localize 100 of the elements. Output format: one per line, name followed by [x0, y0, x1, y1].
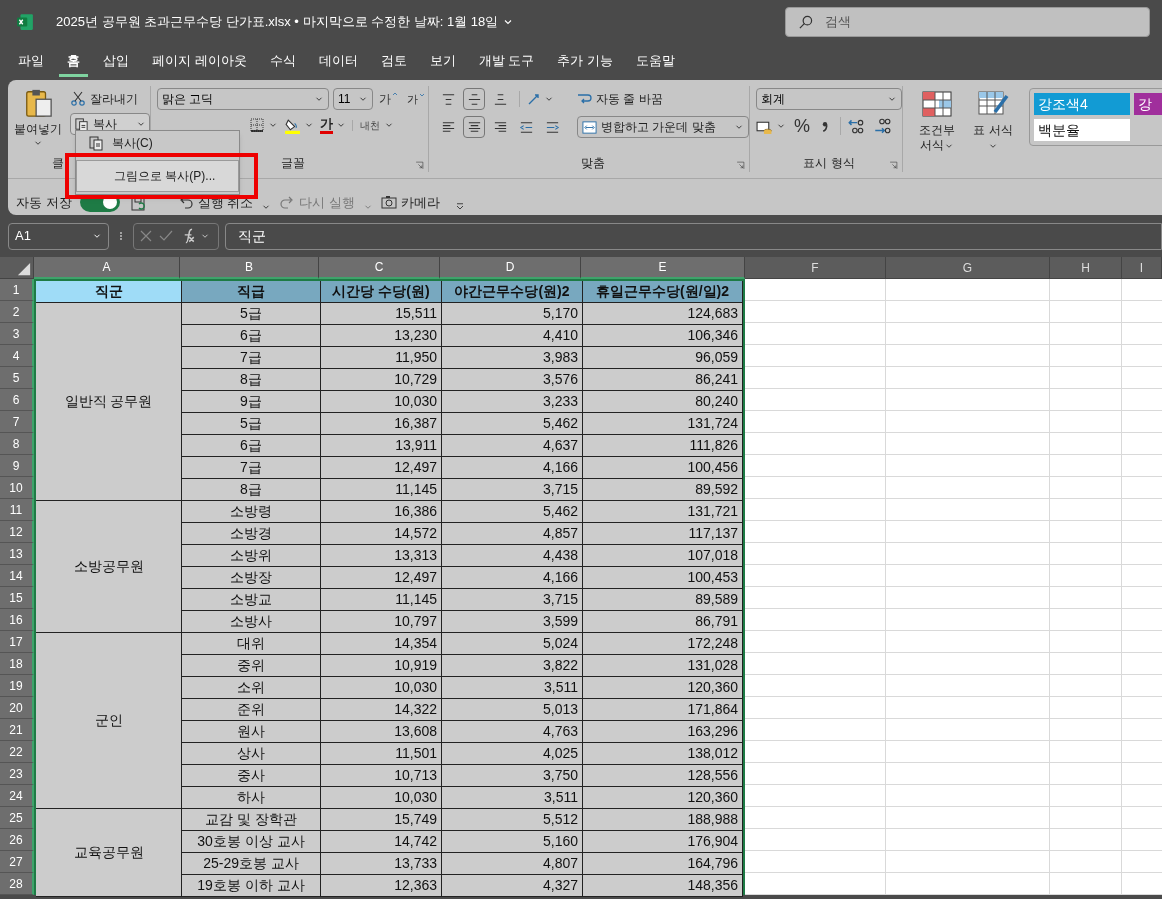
formula-field[interactable]: 직군 — [225, 222, 1162, 250]
row-header[interactable]: 3 — [0, 323, 34, 345]
row-header[interactable]: 11 — [0, 499, 34, 521]
camera-button[interactable]: 카메라 — [380, 192, 440, 212]
font-name-field[interactable]: 맑은 고딕 — [157, 88, 329, 110]
row-header[interactable]: 27 — [0, 851, 34, 873]
align-button[interactable] — [463, 116, 485, 138]
ribbon-tab[interactable]: 데이터 — [310, 47, 366, 77]
row-header[interactable]: 23 — [0, 763, 34, 785]
table-cell: 117,137 — [583, 523, 743, 545]
cancel-icon[interactable] — [138, 228, 154, 244]
cell-style-swatch[interactable]: 강조색4 — [1034, 93, 1130, 115]
cell-style-swatch[interactable]: 강 — [1134, 93, 1162, 115]
column-header[interactable]: B — [180, 257, 319, 279]
row-header[interactable]: 1 — [0, 279, 34, 301]
name-box[interactable]: A1 — [8, 222, 109, 250]
table-header-cell: 직급 — [182, 281, 321, 303]
column-header[interactable]: I — [1122, 257, 1162, 279]
dialog-launcher-icon[interactable] — [415, 161, 424, 170]
row-header[interactable]: 19 — [0, 675, 34, 697]
row-header[interactable]: 18 — [0, 653, 34, 675]
table-cell: 163,296 — [583, 721, 743, 743]
table-cell: 5,160 — [442, 831, 583, 853]
borders-button[interactable] — [249, 117, 278, 133]
grow-font-button[interactable]: 가 — [377, 90, 401, 108]
font-color-button[interactable]: 가 — [320, 116, 346, 134]
row-header[interactable]: 28 — [0, 873, 34, 895]
save-button[interactable] — [129, 196, 146, 212]
shrink-font-button[interactable]: 가 — [405, 90, 428, 108]
merge-center-button[interactable]: 병합하고 가운데 맞춤 — [577, 116, 749, 138]
row-header[interactable]: 4 — [0, 345, 34, 367]
row-header[interactable]: 5 — [0, 367, 34, 389]
table-cell: 14,354 — [321, 633, 442, 655]
row-header[interactable]: 20 — [0, 697, 34, 719]
row-header[interactable]: 21 — [0, 719, 34, 741]
save-icon — [129, 196, 146, 212]
percent-button[interactable]: % — [794, 116, 810, 136]
format-table-button[interactable]: 표 서식 — [969, 88, 1017, 153]
orientation-button[interactable] — [519, 91, 554, 107]
cell-style-swatch[interactable]: 백분율 — [1034, 119, 1130, 141]
window-title[interactable]: 2025년 공무원 초과근무수당 단가표.xlsx • 마지막으로 수정한 날짜: 1월 18일 — [56, 12, 515, 32]
row-header[interactable]: 14 — [0, 565, 34, 587]
row-header[interactable]: 2 — [0, 301, 34, 323]
row-header[interactable]: 17 — [0, 631, 34, 653]
ribbon-tab[interactable]: 수식 — [261, 47, 304, 77]
row-header[interactable]: 15 — [0, 587, 34, 609]
ribbon-tab[interactable]: 삽입 — [95, 47, 137, 77]
table-cell: 86,241 — [583, 369, 743, 391]
search-field[interactable]: 검색 — [785, 7, 1150, 37]
row-header[interactable]: 7 — [0, 411, 34, 433]
ribbon-tab[interactable]: 검토 — [372, 47, 415, 77]
font-size-field[interactable]: 11 — [333, 88, 373, 110]
table-cell: 15,511 — [321, 303, 442, 325]
table-cell: 6급 — [182, 325, 321, 347]
row-header[interactable]: 6 — [0, 389, 34, 411]
ribbon-tab[interactable]: 추가 기능 — [549, 47, 621, 77]
increase-decimal-button[interactable] — [840, 117, 865, 135]
row-header[interactable]: 12 — [0, 521, 34, 543]
ribbon-tab[interactable]: 파일 — [10, 47, 52, 77]
paste-button[interactable]: 붙여넣기 — [8, 86, 68, 152]
dialog-launcher-icon[interactable] — [889, 161, 898, 170]
table-cell: 준위 — [182, 699, 321, 721]
decrease-decimal-button[interactable] — [873, 117, 891, 135]
align-button[interactable] — [463, 88, 485, 110]
table-cell: 14,742 — [321, 831, 442, 853]
row-header[interactable]: 13 — [0, 543, 34, 565]
row-header[interactable]: 22 — [0, 741, 34, 763]
table-cell: 중위 — [182, 655, 321, 677]
cut-button[interactable]: 잘라내기 — [70, 88, 150, 110]
ribbon-tab[interactable]: 홈 — [59, 47, 88, 77]
conditional-format-button[interactable]: 조건부 서식 — [913, 88, 961, 153]
column-header[interactable]: G — [886, 257, 1050, 279]
row-header[interactable]: 10 — [0, 477, 34, 499]
row-header[interactable]: 16 — [0, 609, 34, 631]
select-all-icon[interactable] — [17, 262, 31, 276]
menu-item[interactable]: 그림으로 복사(P)... — [76, 160, 239, 192]
column-header[interactable]: C — [319, 257, 440, 279]
column-header[interactable]: A — [34, 257, 180, 279]
ribbon-tab[interactable]: 페이지 레이아웃 — [144, 47, 255, 77]
column-header[interactable]: E — [581, 257, 745, 279]
column-header[interactable]: F — [745, 257, 886, 279]
table-cell: 소방위 — [182, 545, 321, 567]
ribbon-tab[interactable]: 도움말 — [627, 47, 683, 77]
phonetic-button[interactable]: 내천 — [352, 119, 394, 131]
row-header[interactable]: 25 — [0, 807, 34, 829]
dialog-launcher-icon[interactable] — [736, 161, 745, 170]
ribbon-tab[interactable]: 보기 — [421, 47, 464, 77]
row-header[interactable]: 9 — [0, 455, 34, 477]
row-header[interactable]: 26 — [0, 829, 34, 851]
group-label: 맞춤 — [581, 155, 605, 172]
table-cell: 소방령 — [182, 501, 321, 523]
ribbon-tab[interactable]: 개발 도구 — [470, 47, 543, 77]
column-header[interactable]: H — [1050, 257, 1122, 279]
number-format-field[interactable]: 회계 — [756, 88, 902, 110]
column-header[interactable]: D — [440, 257, 581, 279]
wrap-text-button[interactable]: 자동 줄 바꿈 — [576, 90, 663, 108]
table-cell: 13,313 — [321, 545, 442, 567]
table-cell: 131,721 — [583, 501, 743, 523]
row-header[interactable]: 8 — [0, 433, 34, 455]
row-header[interactable]: 24 — [0, 785, 34, 807]
